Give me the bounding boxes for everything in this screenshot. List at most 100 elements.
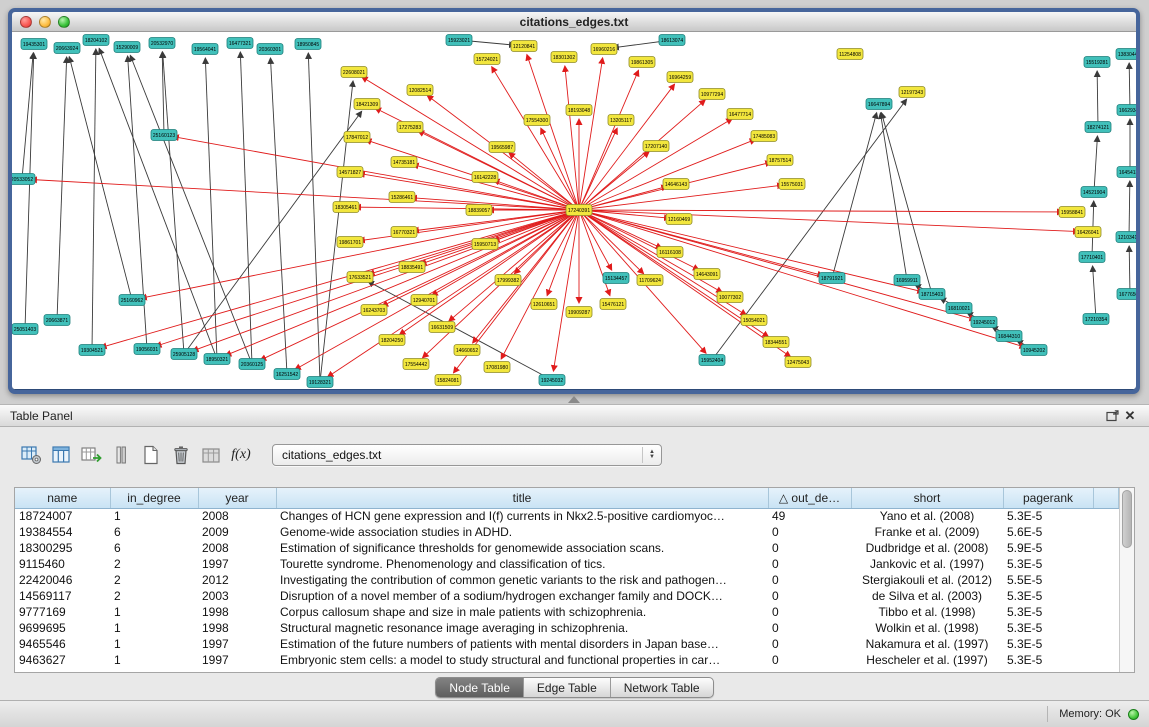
table-row[interactable]: 1938455462009Genome-wide association stu… (15, 524, 1119, 540)
graph-node[interactable]: 16454132 (1117, 167, 1136, 178)
graph-node[interactable]: 18950845 (295, 39, 321, 50)
close-panel-icon[interactable]: ✕ (1121, 408, 1139, 424)
graph-node[interactable]: 18839057 (466, 205, 492, 216)
graph-node[interactable]: 19564041 (192, 44, 218, 55)
row-height-icon[interactable] (106, 441, 136, 469)
graph-node[interactable]: 12940701 (411, 295, 437, 306)
graph-node[interactable]: 20360301 (257, 44, 283, 55)
column-header-title[interactable]: title (276, 488, 768, 508)
column-header-name[interactable]: name (15, 488, 110, 508)
graph-node[interactable]: 12082514 (407, 85, 433, 96)
graph-node[interactable]: 20532970 (149, 38, 175, 49)
scrollbar-thumb[interactable] (1122, 490, 1132, 548)
graph-node[interactable]: 17633521 (347, 272, 373, 283)
graph-node[interactable]: 12197343 (899, 87, 925, 98)
graph-node[interactable]: 16647894 (866, 99, 892, 110)
graph-node[interactable]: 20360125 (239, 359, 265, 370)
graph-node[interactable]: 16810021 (946, 303, 972, 314)
graph-node[interactable]: 17999382 (495, 275, 521, 286)
graph-node[interactable]: 19861305 (629, 57, 655, 68)
table-row[interactable]: 2242004622012Investigating the contribut… (15, 572, 1119, 588)
graph-node[interactable]: 20663924 (54, 43, 80, 54)
graph-node[interactable]: 16426041 (1075, 227, 1101, 238)
graph-node[interactable]: 18305461 (333, 202, 359, 213)
graph-node[interactable]: 16631509 (429, 322, 455, 333)
graph-node[interactable]: 16116108 (657, 247, 683, 258)
table-row[interactable]: 1872400712008Changes of HCN gene express… (15, 508, 1119, 524)
graph-node[interactable]: 17554442 (403, 359, 429, 370)
graph-node[interactable]: 16477714 (727, 109, 753, 120)
graph-node[interactable]: 12160469 (666, 214, 692, 225)
close-window-button[interactable] (20, 16, 32, 28)
graph-node[interactable]: 10077302 (717, 292, 743, 303)
table-settings-icon[interactable] (16, 441, 46, 469)
column-header-short[interactable]: short (851, 488, 1003, 508)
graph-node[interactable]: 15575031 (779, 179, 805, 190)
graph-node[interactable]: 15952404 (699, 355, 725, 366)
graph-node[interactable]: 15923021 (446, 35, 472, 46)
window-titlebar[interactable]: citations_edges.txt (12, 12, 1136, 32)
graph-node[interactable]: 16770321 (391, 227, 417, 238)
graph-node[interactable]: 18204250 (379, 335, 405, 346)
graph-node[interactable]: 12610651 (531, 299, 557, 310)
graph-node[interactable]: 14646143 (663, 179, 689, 190)
column-header-in_degree[interactable]: in_degree (110, 488, 198, 508)
graph-node[interactable]: 19304521 (79, 345, 105, 356)
graph-node[interactable]: 14735181 (391, 157, 417, 168)
graph-node[interactable]: 17210354 (1083, 314, 1109, 325)
table-gray-icon[interactable] (196, 441, 226, 469)
graph-node[interactable]: 15290009 (114, 42, 140, 53)
tab-network-table[interactable]: Network Table (610, 678, 713, 697)
graph-node[interactable]: 18193048 (566, 105, 592, 116)
graph-node[interactable]: 17275283 (397, 122, 423, 133)
graph-node[interactable]: 19565987 (489, 142, 515, 153)
vertical-scrollbar[interactable] (1119, 488, 1134, 672)
graph-node[interactable]: 18421309 (354, 99, 380, 110)
graph-node[interactable]: 17847012 (344, 132, 370, 143)
graph-node[interactable]: 25160123 (151, 130, 177, 141)
new-document-icon[interactable] (136, 441, 166, 469)
table-row[interactable]: 1830029562008Estimation of significance … (15, 540, 1119, 556)
graph-node[interactable]: 17207140 (643, 141, 669, 152)
graph-node[interactable]: 19245032 (539, 375, 565, 386)
column-header-out_de[interactable]: △ out_de… (768, 488, 851, 508)
table-row[interactable]: 911546021997Tourette syndrome. Phenomeno… (15, 556, 1119, 572)
graph-node[interactable]: 18835491 (399, 262, 425, 273)
graph-node[interactable]: 18344551 (763, 337, 789, 348)
graph-node[interactable]: 15476121 (600, 299, 626, 310)
graph-node[interactable]: 20533052 (12, 174, 35, 185)
graph-node[interactable]: 11709624 (637, 275, 663, 286)
graph-node[interactable]: 12475043 (785, 357, 811, 368)
function-builder-icon[interactable]: f(x) (226, 441, 256, 469)
table-row[interactable]: 946554611997Estimation of the future num… (15, 636, 1119, 652)
graph-node[interactable]: 20663871 (44, 315, 70, 326)
graph-node[interactable]: 15134457 (603, 273, 629, 284)
graph-node[interactable]: 18613074 (659, 35, 685, 46)
graph-node[interactable]: 12103415 (1116, 232, 1136, 243)
graph-node[interactable]: 25905128 (171, 349, 197, 360)
graph-node[interactable]: 16844310 (996, 331, 1022, 342)
graph-node[interactable]: 18301302 (551, 52, 577, 63)
graph-node[interactable]: 25160962 (119, 295, 145, 306)
graph-node[interactable]: 14643091 (694, 269, 720, 280)
graph-node[interactable]: 17081980 (484, 362, 510, 373)
graph-node[interactable]: 15286461 (389, 192, 415, 203)
graph-node[interactable]: 18791921 (819, 273, 845, 284)
graph-node[interactable]: 13205117 (608, 115, 634, 126)
table-row[interactable]: 946362711997Embryonic stem cells: a mode… (15, 652, 1119, 668)
float-window-icon[interactable] (1103, 408, 1121, 424)
graph-node[interactable]: 14571827 (337, 167, 363, 178)
graph-node[interactable]: 19128321 (307, 377, 333, 388)
graph-node[interactable]: 25051403 (12, 324, 38, 335)
graph-node[interactable]: 15054021 (741, 315, 767, 326)
splitter-grip[interactable] (568, 396, 580, 403)
table-selector-dropdown[interactable]: citations_edges.txt ▲▼ (272, 444, 662, 466)
graph-node[interactable]: 18715403 (919, 289, 945, 300)
graph-node[interactable]: 16776503 (1117, 289, 1136, 300)
delete-icon[interactable] (166, 441, 196, 469)
graph-node[interactable]: 15724021 (474, 54, 500, 65)
graph-node[interactable]: 15519281 (1084, 57, 1110, 68)
graph-node[interactable]: 17554300 (524, 115, 550, 126)
table-row[interactable]: 977716911998Corpus callosum shape and si… (15, 604, 1119, 620)
network-canvas[interactable]: 1724039118193048175543001956598716142228… (12, 32, 1136, 389)
